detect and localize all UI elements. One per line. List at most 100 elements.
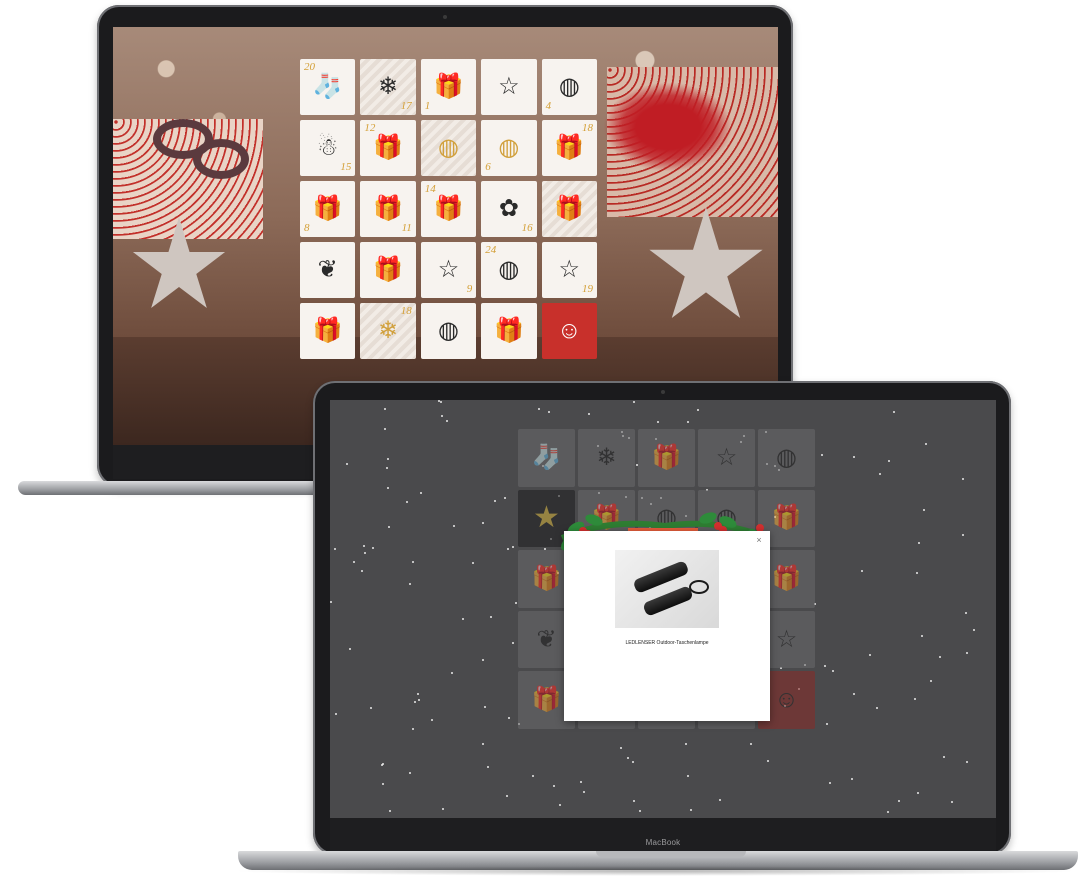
calendar-door[interactable]: 🎁: [360, 242, 416, 298]
snowflake-dot: [767, 760, 769, 762]
mockup-stage: 🧦 20 ❄ 17 🎁 1 ☆ ◍ 4 ☃ 15 🎁 12 ◍ ◍ 6 🎁 18 🎁 8 🎁 11 🎁 14 ✿ 16 🎁 ❦ 🎁 ☆ 9 ◍…: [0, 0, 1083, 878]
door-number: 4: [545, 100, 552, 112]
door-number: 18: [582, 122, 593, 134]
calendar-door[interactable]: ◍: [758, 429, 815, 487]
gift-icon: 🎁: [554, 195, 585, 222]
calendar-door[interactable]: ☃ 15: [300, 120, 356, 176]
snowflake-dot: [553, 785, 555, 787]
calendar-door[interactable]: ◍ 24: [481, 242, 537, 298]
calendar-door[interactable]: 🎁 8: [300, 181, 356, 237]
calendar-door[interactable]: ❦: [300, 242, 356, 298]
calendar-door[interactable]: 🎁: [541, 181, 597, 237]
snowflake-dot: [349, 648, 351, 650]
calendar-door[interactable]: ❄: [578, 429, 635, 487]
snowflake-dot: [930, 680, 932, 682]
snowflake-dot: [876, 707, 878, 709]
snowflake-dot: [442, 808, 444, 810]
calendar-door[interactable]: ☆: [481, 59, 537, 115]
advent-calendar-grid: 🧦 20 ❄ 17 🎁 1 ☆ ◍ 4 ☃ 15 🎁 12 ◍ ◍ 6 🎁 18 🎁 8 🎁 11 🎁 14 ✿ 16 🎁 ❦ 🎁 ☆ 9 ◍…: [300, 59, 597, 359]
calendar-door[interactable]: ◍: [420, 120, 477, 176]
snowflake-dot: [330, 601, 332, 603]
door-number: 16: [521, 222, 533, 234]
snowflake-dot: [687, 775, 689, 777]
snowflake-dot: [559, 804, 561, 806]
snowflake-dot: [417, 693, 419, 695]
prize-popup: × LEDLENSER Outdoor-Taschenlampe: [564, 531, 770, 721]
gift-icon: 🎁: [373, 256, 404, 283]
calendar-door[interactable]: ◍ 4: [541, 59, 597, 115]
snowflake-dot: [515, 602, 517, 604]
pinecone-icon: ❦: [536, 625, 557, 653]
snowflake-dot: [826, 723, 828, 725]
snowflake-dot: [453, 525, 455, 527]
calendar-door[interactable]: 🎁: [300, 303, 356, 359]
snowflake-dot: [632, 761, 634, 763]
snowflake-dot: [504, 497, 506, 499]
calendar-door[interactable]: 🎁 18: [541, 120, 597, 176]
snowflake-dot: [923, 509, 925, 511]
bauble-icon: ◍: [498, 134, 520, 161]
door-number: 12: [364, 122, 376, 134]
snowflake-dot: [879, 473, 881, 475]
snowflake-dot: [869, 654, 871, 656]
snowflake-dot: [387, 487, 389, 489]
snowflake-dot: [414, 701, 416, 703]
door-number: 20: [304, 61, 315, 73]
snowflake-dot: [921, 635, 923, 637]
snowflake-dot: [898, 800, 900, 802]
snowflake-dot: [719, 799, 721, 801]
gift-icon: 🎁: [433, 195, 464, 222]
calendar-door[interactable]: 🎁 1: [420, 59, 477, 115]
snowflake-dot: [633, 800, 635, 802]
snowflake-dot: [490, 616, 492, 618]
calendar-door[interactable]: ☆: [698, 429, 755, 487]
calendar-door[interactable]: 🧦: [518, 429, 575, 487]
snowflake-dot: [382, 783, 384, 785]
calendar-door[interactable]: ☆ 9: [420, 242, 477, 298]
flashlight-2: [642, 585, 694, 617]
door-number: 14: [424, 183, 436, 195]
snowflake-dot: [893, 411, 895, 413]
calendar-door[interactable]: 🧦 20: [300, 59, 356, 115]
calendar-door[interactable]: ☺: [541, 303, 597, 359]
calendar-door[interactable]: ☆ 19: [541, 242, 597, 298]
red-bow-right: [603, 82, 733, 172]
calendar-door[interactable]: ❄ 18: [360, 303, 416, 359]
star-icon: ★: [533, 501, 560, 535]
snowflake-dot: [406, 501, 408, 503]
snowflake-dot: [685, 743, 687, 745]
calendar-door[interactable]: ◍ 6: [481, 120, 537, 176]
snowflake-dot: [750, 743, 752, 745]
gift-icon: 🎁: [771, 564, 802, 592]
snowflake-dot: [951, 801, 953, 803]
gift-icon: 🎁: [493, 317, 524, 344]
calendar-door[interactable]: 🎁 11: [360, 181, 416, 237]
close-icon[interactable]: ×: [754, 535, 764, 545]
bauble-icon: ◍: [558, 73, 580, 100]
snowflake-dot: [583, 791, 585, 793]
calendar-door[interactable]: 🎁 12: [360, 120, 416, 176]
ornament-icon: ❄: [378, 73, 399, 100]
calendar-door[interactable]: 🎁 14: [420, 181, 477, 237]
calendar-door[interactable]: ✿ 16: [481, 181, 537, 237]
snowflake-dot: [824, 665, 826, 667]
calendar-door[interactable]: ◍: [420, 303, 477, 359]
snowflake-dot: [687, 421, 689, 423]
star-icon: ☆: [775, 625, 798, 653]
snowflake-dot: [853, 693, 855, 695]
snowflake-dot: [548, 411, 550, 413]
door-number: 19: [582, 283, 593, 295]
bauble-icon: ◍: [498, 256, 520, 283]
calendar-door[interactable]: 🎁: [638, 429, 695, 487]
star-icon: ☆: [558, 256, 581, 283]
calendar-door[interactable]: ❄ 17: [360, 59, 416, 115]
gift-icon: 🎁: [531, 564, 562, 592]
calendar-door[interactable]: 🎁: [481, 303, 537, 359]
snowflake-dot: [508, 717, 510, 719]
star-icon: ☆: [437, 256, 460, 283]
snowflake-dot: [690, 809, 692, 811]
snowflake-dot: [484, 706, 486, 708]
snowflake-dot: [506, 795, 508, 797]
door-number: 15: [340, 161, 352, 173]
snowflake-dot: [346, 463, 348, 465]
